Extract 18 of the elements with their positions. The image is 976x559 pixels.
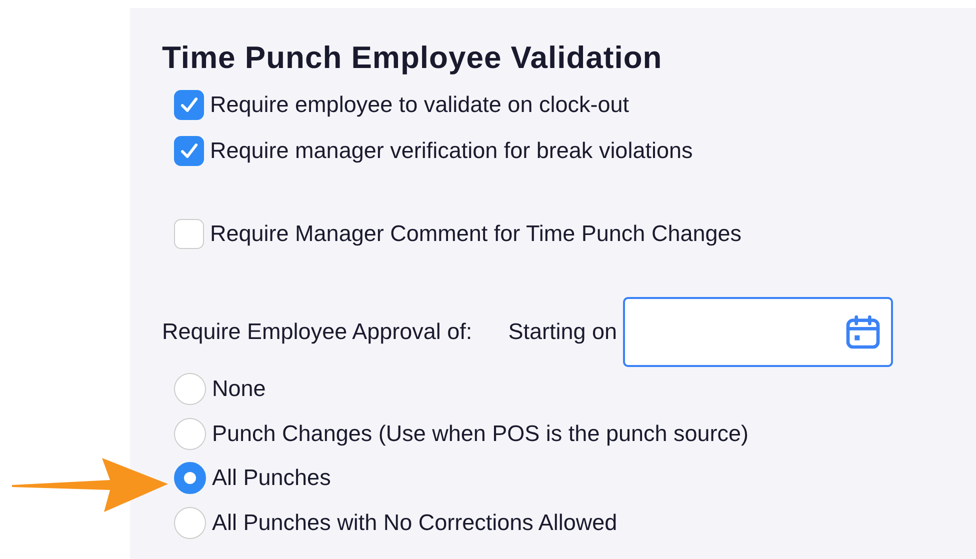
section-title: Time Punch Employee Validation <box>162 39 664 77</box>
radio-button[interactable] <box>174 462 206 494</box>
checkbox-label: Require employee to validate on clock-out <box>210 92 629 118</box>
radio-label: All Punches <box>212 465 331 492</box>
radio-label: All Punches with No Corrections Allowed <box>212 510 618 536</box>
checkbox[interactable] <box>174 219 204 249</box>
date-field[interactable] <box>623 297 894 367</box>
radio-label: None <box>212 376 266 402</box>
radio-label: Punch Changes (Use when POS is the punch source) <box>212 420 749 447</box>
checkbox[interactable] <box>174 90 204 120</box>
approval-label: Require Employee Approval of: <box>162 319 472 345</box>
checkbox-label: Require manager verification for break violations <box>210 138 693 164</box>
radio-button[interactable] <box>174 506 206 539</box>
checkbox[interactable] <box>174 136 204 166</box>
radio-button[interactable] <box>174 373 206 406</box>
checkbox-label: Require Manager Comment for Time Punch Changes <box>210 221 742 247</box>
starting-on-label: Starting on <box>508 319 618 345</box>
radio-button[interactable] <box>174 418 206 450</box>
